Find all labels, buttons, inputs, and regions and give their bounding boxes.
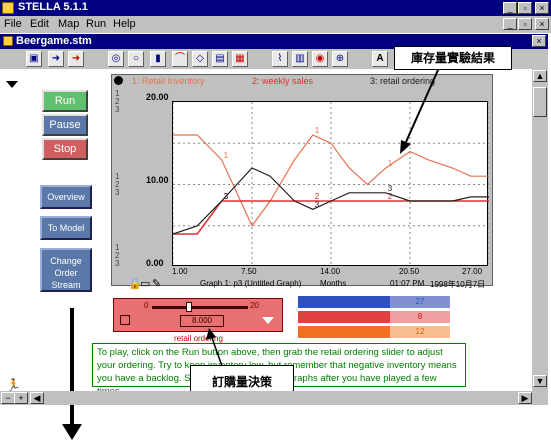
table-tool-icon[interactable]: ▤ [212,51,228,67]
series-marker-1: 1 [388,159,393,168]
slider-thumb[interactable] [186,302,192,312]
document-icon [3,36,13,46]
results-callout: 庫存量實驗結果 [394,46,512,70]
connector-icon[interactable]: ◎ [108,51,124,67]
plot-area: 111222333 [172,101,490,267]
zoom-in-icon[interactable]: + [14,392,28,404]
numeric-table: 27 8 12 [298,296,450,341]
slider-value[interactable]: 8.000 [180,315,224,327]
grid-tool-icon[interactable]: ▦ [232,51,248,67]
save-icon[interactable]: ▣ [26,51,42,67]
series-marker-3: 3 [388,184,393,193]
app-icon[interactable] [2,2,14,14]
slider-icon[interactable]: ◉ [312,51,328,67]
restore-icon[interactable]: ▫ [518,2,532,14]
series-marker-3: 3 [315,200,320,209]
stock-tool-icon[interactable]: ▮ [150,51,166,67]
collapse-triangle-icon[interactable] [6,81,18,88]
scroll-right-icon[interactable]: ▶ [518,392,532,404]
series-marker-1: 1 [315,126,320,135]
menubar: File Edit Map Run Help _ ▫ × [0,16,551,33]
horizontal-scrollbar[interactable]: − + ◀ ▶ [0,391,548,405]
menu-file[interactable]: File [4,18,22,30]
app-titlebar: STELLA 5.1.1 _ ▫ × [0,0,551,16]
document-title: Beergame.stm [16,35,92,47]
app-title: STELLA 5.1.1 [18,1,88,13]
slider-max-label: 20 [250,301,259,310]
to-model-button[interactable]: To Model [40,216,92,240]
slider-checkbox[interactable] [120,315,130,325]
table-row [298,326,390,338]
graph-page-icon[interactable] [114,76,123,85]
scroll-down-icon[interactable]: ▼ [533,375,547,387]
doc-restore-icon[interactable]: ▫ [518,18,532,30]
flow-arrow-head [62,424,82,440]
slider-dropdown-icon[interactable] [262,317,274,324]
x-tick-label: 20.50 [399,267,420,276]
series-marker-3: 3 [224,192,229,201]
legend-ordering: 3: retail ordering [370,76,436,86]
arrow-right-red-icon[interactable]: ➜ [68,51,84,67]
x-axis: 1.00 7.50 14.00 20.50 27.00 [172,267,488,279]
line-graph-icon[interactable]: ⌇ [272,51,288,67]
menu-help[interactable]: Help [113,18,136,30]
run-button[interactable]: Run [42,90,88,112]
legend-inventory: 1: Retail Inventory [132,76,205,86]
series-marker-1: 1 [224,151,229,160]
text-tool-icon[interactable]: A [372,51,388,67]
x-tick-label: 14.00 [320,267,341,276]
menu-edit[interactable]: Edit [30,18,49,30]
scroll-left-icon[interactable]: ◀ [30,392,44,404]
series-scale-bottom: 123 [115,243,120,268]
pin-icon[interactable]: ✎ [152,277,161,290]
overview-button[interactable]: Overview [40,185,92,209]
x-tick-label: 27.00 [462,267,483,276]
series-scale-top: 123 [115,89,120,114]
slider-track[interactable] [152,306,248,309]
decision-tool-icon[interactable]: ◇ [192,51,208,67]
y-axis-bottom-label: 0.00 [146,258,164,268]
stop-button[interactable]: Stop [42,138,88,160]
slider-title: retail ordering [174,334,223,343]
zoom-out-icon[interactable]: − [1,392,15,404]
pause-button[interactable]: Pause [42,114,88,136]
table-cell-value: 12 [390,326,450,338]
vertical-scrollbar[interactable]: ▲ ▼ [532,69,548,391]
document-close-icon[interactable]: × [532,35,546,47]
table-cell-value: 8 [390,311,450,323]
menu-run[interactable]: Run [86,18,106,30]
x-tick-label: 1.00 [172,267,188,276]
doc-minimize-icon[interactable]: _ [503,18,517,30]
graph-date: 1998年10月7日 [430,280,486,289]
change-order-stream-button[interactable]: Change Order Stream [40,248,92,292]
slider-min-label: 0 [144,301,149,310]
y-axis-mid-label: 10.00 [146,175,169,185]
scroll-up-icon[interactable]: ▲ [533,70,547,82]
close-icon[interactable]: × [535,2,549,14]
line-chart: 1112 2 2333 [172,102,490,267]
runner-icon[interactable]: 🏃 [6,378,21,392]
knob-icon[interactable]: ⊕ [332,51,348,67]
numeric-display-icon[interactable]: ▥ [292,51,308,67]
retail-ordering-slider-panel: 0 20 8.000 [113,298,283,332]
doc-close-icon[interactable]: × [535,18,549,30]
ellipse-tool-icon[interactable]: ○ [128,51,144,67]
table-row [298,311,390,323]
x-tick-label: 7.50 [241,267,257,276]
arrow-right-icon[interactable]: ➜ [48,51,64,67]
scroll-thumb[interactable] [533,87,547,117]
legend-sales: 2: weekly sales [252,76,314,86]
graph-units: Months [320,279,347,288]
menu-map[interactable]: Map [58,18,79,30]
print-icon[interactable]: ▭ [140,277,150,290]
table-row [298,296,390,308]
table-cell-value: 27 [390,296,450,308]
graph-title: Graph 1: p3 (Untitled Graph) [200,279,302,288]
series-scale-mid: 123 [115,172,120,197]
graph-time: 01:07 PM [390,279,425,288]
y-axis-top-label: 20.00 [146,92,169,102]
graph-tool-icon[interactable]: ⌒ [172,51,188,67]
minimize-icon[interactable]: _ [503,2,517,14]
